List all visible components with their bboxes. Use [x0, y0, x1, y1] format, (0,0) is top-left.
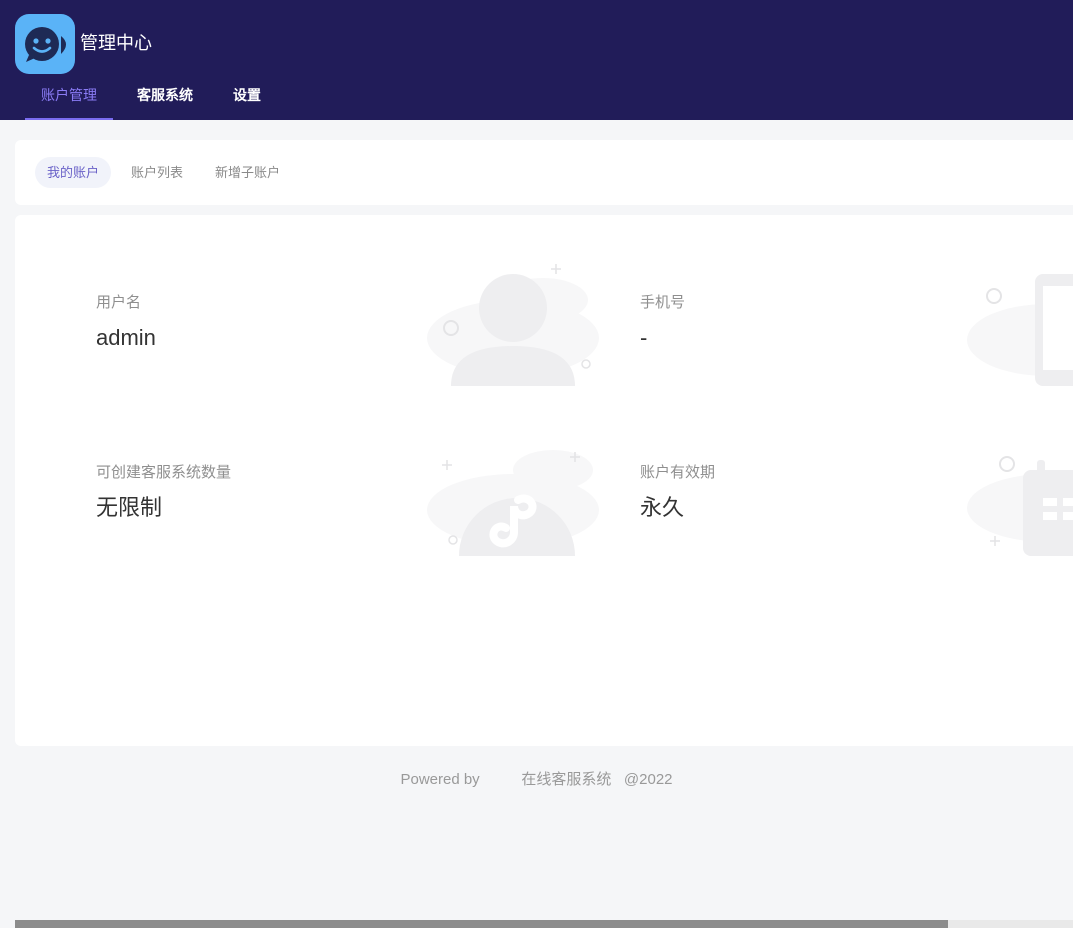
nav-customer-service-system[interactable]: 客服系统 [137, 78, 193, 120]
footer: Powered by 在线客服系统 @2022 [0, 770, 1073, 790]
mobile-phone-icon [967, 274, 1073, 386]
mini-program-icon [427, 450, 599, 556]
app-logo[interactable] [15, 14, 75, 74]
validity-label: 账户有效期 [640, 464, 716, 481]
footer-year: @2022 [623, 771, 673, 788]
phone-value: - [640, 325, 648, 350]
nav-settings[interactable]: 设置 [233, 78, 261, 120]
quota-block: 可创建客服系统数量 无限制 [96, 463, 231, 523]
horizontal-scrollbar-thumb[interactable] [15, 920, 948, 928]
phone-label: 手机号 [640, 294, 686, 311]
smiling-chat-bubble-icon [25, 27, 66, 62]
quota-label: 可创建客服系统数量 [96, 464, 232, 481]
tab-my-account[interactable]: 我的账户 [35, 157, 112, 188]
top-nav: 账户管理 客服系统 设置 [25, 78, 301, 120]
app-title: 管理中心 [80, 33, 152, 53]
validity-block: 账户有效期 永久 [640, 463, 715, 523]
sub-tabs: 我的账户 账户列表 新增子账户 [35, 157, 300, 188]
top-header: 管理中心 账户管理 客服系统 设置 [0, 0, 1073, 120]
footer-product-link[interactable]: 在线客服系统 [521, 771, 611, 788]
tab-add-sub-account[interactable]: 新增子账户 [203, 157, 292, 188]
phone-block: 手机号 - [640, 293, 685, 353]
sub-nav-card: 我的账户 账户列表 新增子账户 [15, 140, 1073, 205]
username-label: 用户名 [96, 294, 142, 311]
username-block: 用户名 admin [96, 293, 156, 353]
footer-powered-by: Powered by [400, 771, 480, 788]
nav-account-management[interactable]: 账户管理 [25, 78, 113, 120]
user-silhouette-icon [427, 264, 599, 386]
tab-account-list[interactable]: 账户列表 [119, 157, 195, 188]
account-info-card: 用户名 admin 手机号 - 可创建客服系统数量 无限制 账户有效期 永久 [15, 215, 1073, 746]
username-value: admin [96, 325, 156, 350]
calendar-icon [967, 456, 1073, 556]
quota-value: 无限制 [96, 495, 163, 520]
validity-value: 永久 [640, 495, 685, 520]
